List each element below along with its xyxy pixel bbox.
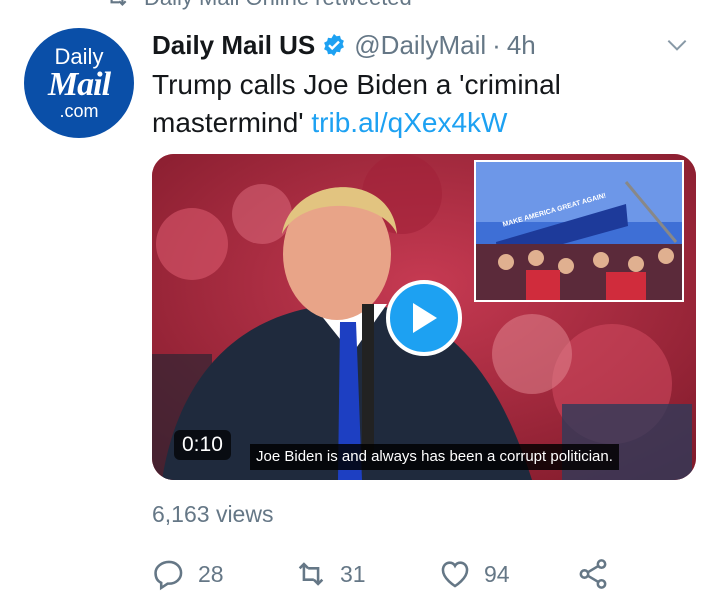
verified-badge-icon (324, 34, 345, 56)
reply-icon (154, 560, 183, 591)
header-separator: · (492, 29, 501, 60)
retweet-count: 31 (340, 560, 366, 587)
retweet-icon (110, 0, 127, 7)
retweet-icon (298, 562, 324, 586)
avatar-line2: Mail (47, 66, 111, 103)
author-name[interactable]: Daily Mail US (152, 30, 315, 61)
avatar-line1: Daily (54, 44, 104, 69)
heart-icon (441, 561, 469, 588)
reply-count: 28 (198, 560, 224, 587)
tweet-link[interactable]: trib.al/qXex4kW (311, 107, 507, 138)
view-count: 6,163 views (152, 501, 274, 527)
share-icon (579, 559, 607, 589)
video-player[interactable]: MAKE AMERICA GREAT AGAIN! 0:10 Joe Biden… (152, 154, 696, 480)
tweet-actions: 28 31 94 (152, 556, 622, 592)
retweet-context: Daily Mail Online retweeted (104, 0, 412, 10)
video-inset: MAKE AMERICA GREAT AGAIN! (474, 160, 684, 302)
retweet-button[interactable]: 31 (294, 556, 366, 592)
avatar-line3: .com (59, 101, 99, 121)
like-count: 94 (484, 560, 510, 587)
tweet-time[interactable]: 4h (507, 30, 536, 61)
tweet-text: Trump calls Joe Biden a 'criminal master… (152, 66, 692, 142)
video-caption: Joe Biden is and always has been a corru… (250, 444, 619, 470)
inset-image (476, 162, 682, 300)
tweet-header: Daily Mail US @DailyMail · 4h (152, 28, 700, 62)
chevron-down-icon[interactable] (664, 32, 690, 58)
author-handle[interactable]: @DailyMail (354, 30, 486, 61)
share-button[interactable] (576, 556, 610, 592)
reply-button[interactable]: 28 (152, 556, 224, 592)
retweet-context-label: Daily Mail Online retweeted (144, 0, 412, 11)
video-duration: 0:10 (174, 430, 231, 460)
play-button[interactable] (386, 280, 462, 356)
play-icon (413, 303, 437, 333)
avatar[interactable]: Daily Mail .com (24, 28, 134, 138)
like-button[interactable]: 94 (438, 556, 510, 592)
